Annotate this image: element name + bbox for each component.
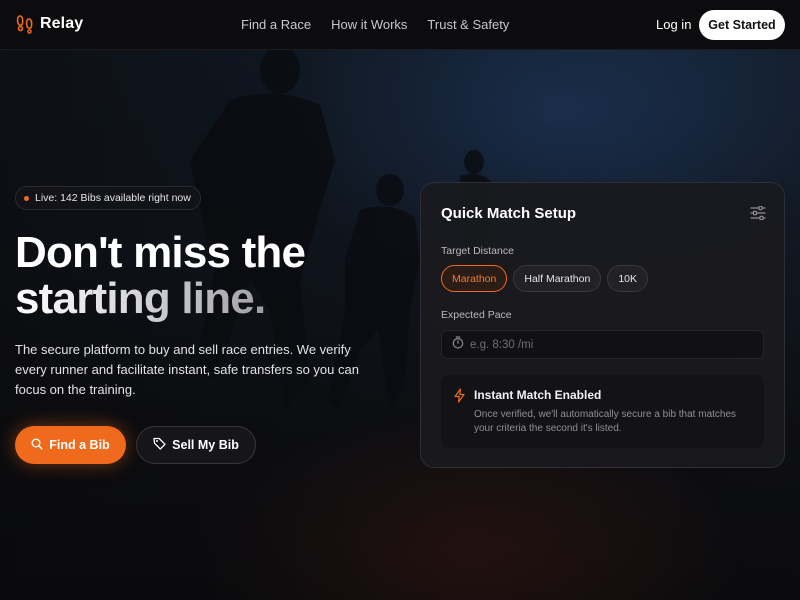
login-link[interactable]: Log in [656, 17, 691, 32]
expected-pace-label: Expected Pace [441, 309, 512, 321]
find-a-bib-label: Find a Bib [49, 438, 110, 452]
search-icon [31, 438, 43, 453]
hero-description: The secure platform to buy and sell race… [15, 342, 359, 397]
hero-headline: Don't miss the starting line. [15, 228, 306, 322]
headline-line-2: starting line. [15, 276, 305, 322]
get-started-button[interactable]: Get Started [699, 10, 785, 40]
instant-match-notice: Instant Match Enabled Once verified, we'… [441, 375, 764, 448]
stopwatch-icon [452, 335, 464, 354]
distance-chip-10k[interactable]: 10K [607, 265, 648, 292]
running-feet-icon [16, 14, 34, 34]
brand-logo[interactable]: Relay [16, 14, 83, 34]
distance-chip-marathon[interactable]: Marathon [441, 265, 508, 292]
instant-match-description: Once verified, we'll automatically secur… [474, 409, 737, 434]
target-distance-label: Target Distance [441, 245, 514, 257]
top-navbar: Relay Find a Race How it Works Trust & S… [0, 0, 800, 50]
tag-icon [153, 437, 166, 453]
card-title: Quick Match Setup [441, 205, 577, 222]
quick-match-card: Quick Match Setup Target Distance Marath… [420, 182, 785, 468]
live-badge-text: Live: 142 Bibs available right now [35, 192, 191, 204]
nav-link-trust-safety[interactable]: Trust & Safety [427, 17, 509, 32]
nav-links: Find a Race How it Works Trust & Safety [241, 17, 509, 32]
find-a-bib-button[interactable]: Find a Bib [15, 426, 126, 464]
brand-name: Relay [40, 15, 84, 32]
live-dot-icon [24, 195, 29, 201]
instant-match-title: Instant Match Enabled [474, 388, 602, 402]
pace-input[interactable] [470, 338, 750, 351]
sell-my-bib-label: Sell My Bib [172, 438, 239, 452]
nav-link-find-a-race[interactable]: Find a Race [241, 17, 311, 32]
live-availability-badge: Live: 142 Bibs available right now [15, 186, 201, 210]
distance-chip-half-marathon[interactable]: Half Marathon [513, 265, 602, 292]
pace-field[interactable] [441, 330, 764, 359]
distance-options: Marathon Half Marathon 10K [441, 265, 648, 292]
lightning-icon [453, 388, 466, 403]
headline-line-1: Don't miss the [15, 228, 306, 277]
sliders-icon[interactable] [750, 205, 766, 221]
nav-link-how-it-works[interactable]: How it Works [331, 17, 407, 32]
sell-my-bib-button[interactable]: Sell My Bib [136, 426, 256, 464]
